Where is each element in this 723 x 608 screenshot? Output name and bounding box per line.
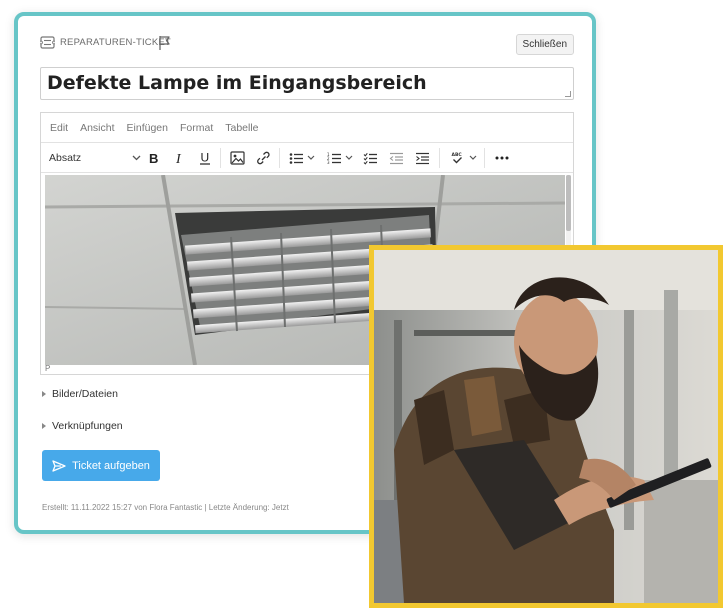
editor-toolbar: Absatz B I U 1 2 3 ABC: [41, 143, 573, 173]
flag-icon[interactable]: [158, 35, 172, 51]
chevron-down-icon[interactable]: [468, 149, 478, 167]
chevron-down-icon: [132, 155, 141, 161]
files-section-label: Bilder/Dateien: [52, 388, 118, 400]
svg-text:ABC: ABC: [451, 152, 462, 158]
insert-image-icon[interactable]: [228, 149, 246, 167]
links-section-label: Verknüpfungen: [52, 420, 123, 432]
svg-text:I: I: [175, 152, 182, 165]
checklist-icon[interactable]: [361, 149, 379, 167]
editor-menubar: Edit Ansicht Einfügen Format Tabelle: [41, 113, 573, 143]
editor-scroll-thumb[interactable]: [566, 175, 571, 231]
underline-button[interactable]: U: [196, 149, 214, 167]
block-format-select[interactable]: Absatz: [49, 149, 141, 167]
menu-einfuegen[interactable]: Einfügen: [127, 122, 168, 134]
svg-text:3: 3: [327, 160, 330, 165]
technician-photo: [369, 245, 723, 608]
toolbar-divider: [279, 148, 280, 168]
send-icon: [52, 459, 66, 472]
italic-button[interactable]: I: [171, 149, 189, 167]
ticket-title-field[interactable]: Defekte Lampe im Eingangsbereich: [40, 67, 574, 100]
close-button[interactable]: Schließen: [515, 34, 574, 55]
menu-tabelle[interactable]: Tabelle: [225, 122, 258, 134]
svg-text:U: U: [201, 151, 210, 165]
menu-edit[interactable]: Edit: [50, 122, 68, 134]
resize-grip-icon[interactable]: [565, 91, 571, 97]
chevron-down-icon[interactable]: [306, 149, 316, 167]
indent-icon[interactable]: [413, 149, 431, 167]
caret-right-icon: [42, 423, 46, 429]
caret-right-icon: [42, 391, 46, 397]
numbered-list-icon[interactable]: 123: [325, 149, 343, 167]
submit-ticket-label: Ticket aufgeben: [72, 459, 150, 472]
bold-button[interactable]: B: [145, 149, 163, 167]
chevron-down-icon[interactable]: [344, 149, 354, 167]
toolbar-divider: [220, 148, 221, 168]
more-options-icon[interactable]: [493, 149, 511, 167]
files-section-toggle[interactable]: Bilder/Dateien: [42, 388, 118, 400]
insert-link-icon[interactable]: [254, 149, 272, 167]
ticket-icon: [39, 36, 56, 49]
editor-status-path: P: [45, 364, 51, 373]
ticket-title-value: Defekte Lampe im Eingangsbereich: [47, 72, 427, 94]
menu-format[interactable]: Format: [180, 122, 213, 134]
card-header: REPARATUREN-TICKET Schließen: [39, 34, 574, 56]
block-format-value: Absatz: [49, 152, 82, 164]
bullet-list-icon[interactable]: [287, 149, 305, 167]
outdent-icon[interactable]: [387, 149, 405, 167]
ticket-meta-footer: Erstellt: 11.11.2022 15:27 von Flora Fan…: [42, 503, 289, 512]
ticket-type-label: REPARATUREN-TICKET: [60, 37, 171, 48]
svg-text:B: B: [149, 151, 158, 165]
menu-ansicht[interactable]: Ansicht: [80, 122, 114, 134]
links-section-toggle[interactable]: Verknüpfungen: [42, 420, 123, 432]
submit-ticket-button[interactable]: Ticket aufgeben: [42, 450, 160, 481]
spellcheck-icon[interactable]: ABC: [448, 149, 466, 167]
toolbar-divider: [439, 148, 440, 168]
toolbar-divider: [484, 148, 485, 168]
